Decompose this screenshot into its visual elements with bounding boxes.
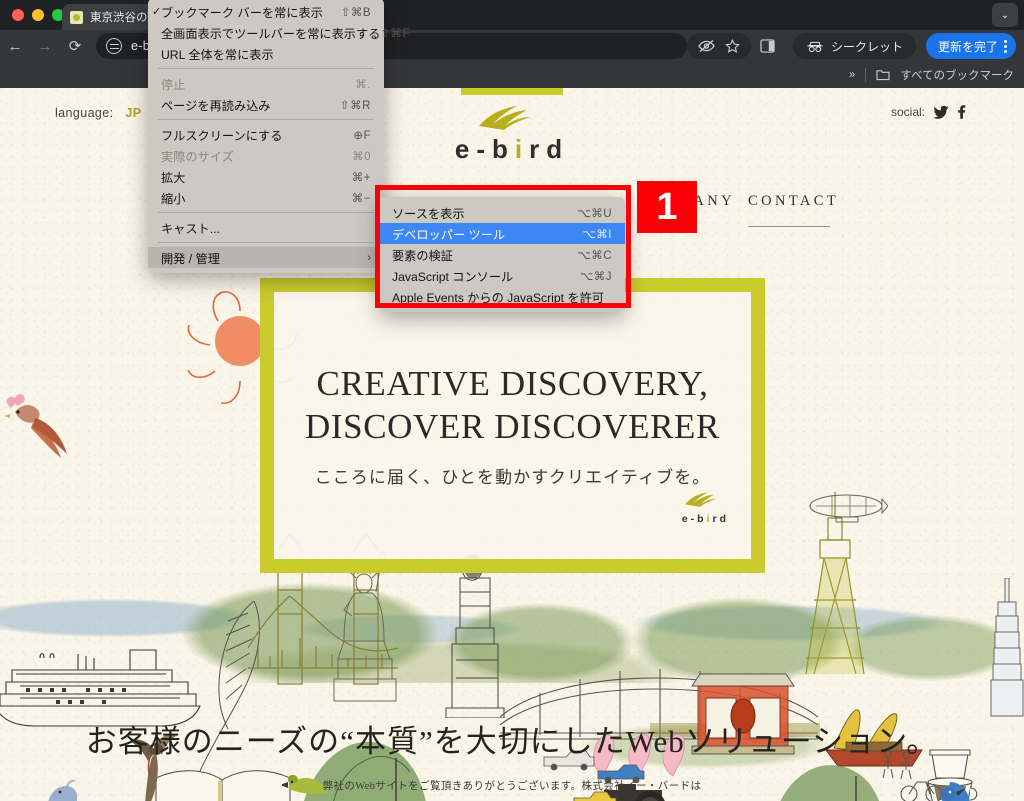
logo-suffix: rd [529, 134, 570, 164]
menu-item[interactable]: キャスト... [148, 217, 384, 238]
menu-item[interactable]: 開発 / 管理 › [148, 247, 384, 268]
menu-separator [158, 242, 374, 243]
submenu-arrow-icon: › [367, 251, 371, 264]
submenu-item-shortcut: ⌥⌘U [577, 207, 612, 220]
bookmarks-overflow-icon[interactable]: » [849, 69, 855, 81]
menu-separator [158, 119, 374, 120]
menu-item-shortcut: ⌘− [351, 192, 371, 205]
toolbar-actions: シークレット 更新を完了 [686, 31, 1024, 61]
menu-item-label: 全画面表示でツールバーを常に表示する [161, 26, 381, 41]
back-button[interactable]: ← [0, 31, 30, 61]
menu-separator [158, 68, 374, 69]
hero-inner: CREATIVE DISCOVERY, DISCOVER DISCOVERER … [274, 292, 751, 559]
screenshot-root: 東京渋谷のWe ⌄ ← → ⟳ e-bird [0, 0, 1024, 801]
checkmark-icon: ✓ [152, 6, 162, 18]
submenu-item-label: ソースを表示 [392, 206, 465, 221]
menu-item: 実際のサイズ ⌘0 [148, 145, 384, 166]
submenu-item-shortcut: ⌥⌘C [577, 249, 612, 262]
menu-item[interactable]: 縮小 ⌘− [148, 187, 384, 208]
menu-item-shortcut: ⇧⌘B [340, 6, 371, 19]
all-bookmarks-label[interactable]: すべてのブックマーク [900, 67, 1014, 83]
menu-item[interactable]: URL 全体を常に表示 [148, 43, 384, 64]
submenu-item[interactable]: ソースを表示 ⌥⌘U [379, 202, 625, 223]
submenu-item-shortcut: ⌥⌘I [582, 228, 612, 241]
top-accent-bar [461, 88, 563, 95]
forward-button[interactable]: → [30, 31, 60, 61]
submenu-item[interactable]: デベロッパー ツール ⌥⌘I [379, 223, 625, 244]
menu-item-shortcut: ⌘0 [352, 150, 371, 163]
menu-item[interactable]: ✓ ブックマーク バーを常に表示 ⇧⌘B [148, 1, 384, 22]
menu-item-shortcut: ⇧⌘F [380, 27, 411, 40]
site-settings-icon[interactable] [106, 38, 122, 54]
hero-catchcopy-frame: CREATIVE DISCOVERY, DISCOVER DISCOVERER … [260, 278, 765, 573]
submenu-item-shortcut: ⌥⌘J [579, 270, 612, 283]
bottom-headline: お客様のニーズの“本質”を大切にしたWebソリューション。 [85, 724, 939, 759]
menu-item: 停止 ⌘. [148, 73, 384, 94]
bottom-subtext: 弊社のWebサイトをご覧頂きありがとうございます。株式会社イー・バードは [322, 781, 702, 792]
menu-item-shortcut: ⊕F [353, 129, 371, 142]
bird-wave-mark-small-icon [685, 492, 717, 507]
minimize-window-button[interactable] [32, 9, 44, 21]
menu-item-label: ページを再読み込み [161, 98, 271, 113]
logo-accent-letter: i [514, 134, 530, 164]
submenu-item-label: Apple Events からの JavaScript を許可 [392, 290, 604, 305]
hero-logo-credit: e-bird [682, 491, 729, 525]
hero-credit-wordmark: e-bird [682, 513, 729, 525]
menu-item-label: 停止 [161, 77, 186, 92]
menu-item[interactable]: 全画面表示でツールバーを常に表示する ⇧⌘F [148, 22, 410, 43]
menu-item-label: キャスト... [161, 221, 220, 236]
menu-separator [158, 212, 374, 213]
menu-item[interactable]: 拡大 ⌘+ [148, 166, 384, 187]
menu-item[interactable]: フルスクリーンにする ⊕F [148, 124, 384, 145]
chrome-menu-icon[interactable] [1004, 39, 1007, 53]
folder-icon [876, 70, 890, 81]
submenu-item[interactable]: JavaScript コンソール ⌥⌘J [379, 265, 625, 286]
airship-icon [809, 494, 888, 523]
update-label: 更新を完了 [937, 39, 998, 54]
annotation-step-number: 1 [637, 181, 697, 233]
hero-headline-line1: CREATIVE DISCOVERY, [316, 364, 709, 404]
developer-submenu[interactable]: ソースを表示 ⌥⌘U デベロッパー ツール ⌥⌘I 要素の検証 ⌥⌘C JavaScript… [379, 197, 625, 312]
menu-item-label: 縮小 [161, 191, 186, 206]
site-favicon-icon [70, 10, 83, 24]
logo-prefix: e-b [454, 134, 515, 164]
menu-item-shortcut: ⇧⌘R [340, 99, 371, 112]
submenu-item-label: デベロッパー ツール [392, 227, 506, 242]
bottom-section: お客様のニーズの“本質”を大切にしたWebソリューション。 弊社のWebサイトを… [0, 688, 1024, 801]
menu-item-shortcut: ⌘+ [351, 171, 371, 184]
menu-item-label: 実際のサイズ [161, 149, 234, 164]
tab-search-icon[interactable]: ⌄ [992, 3, 1018, 27]
menu-item-label: 開発 / 管理 [161, 251, 220, 266]
update-chrome-button[interactable]: 更新を完了 [925, 33, 1016, 59]
incognito-indicator[interactable]: シークレット [792, 33, 916, 59]
bookmark-star-icon[interactable] [725, 38, 740, 54]
bird-wave-mark-icon [479, 106, 531, 130]
menu-item[interactable]: ページを再読み込み ⇧⌘R [148, 94, 384, 115]
hero-subtitle: こころに届く、ひとを動かすクリエイティブを。 [314, 467, 711, 487]
menu-item-label: ブックマーク バーを常に表示 [161, 5, 323, 20]
privacy-actions-group [686, 33, 751, 59]
close-window-button[interactable] [12, 9, 24, 21]
submenu-item-label: 要素の検証 [392, 248, 453, 263]
incognito-label: シークレット [830, 39, 903, 54]
window-traffic-lights [12, 9, 64, 21]
view-menu[interactable]: ✓ ブックマーク バーを常に表示 ⇧⌘B 全画面表示でツールバーを常に表示する ⇧⌘F U… [148, 0, 410, 273]
bookmarks-divider [865, 68, 867, 82]
menu-item-shortcut: ⌘. [355, 78, 371, 91]
bird-of-paradise-icon [5, 394, 67, 458]
side-panel-icon[interactable] [753, 31, 783, 61]
submenu-item[interactable]: Apple Events からの JavaScript を許可 [379, 286, 625, 307]
menu-item-label: URL 全体を常に表示 [161, 47, 274, 62]
eye-off-icon[interactable] [698, 39, 715, 53]
hero-credit-suffix: rd [712, 513, 729, 525]
hero-headline-line2: DISCOVER DISCOVERER [305, 407, 720, 446]
incognito-icon [807, 41, 823, 52]
submenu-item-label: JavaScript コンソール [392, 269, 514, 284]
submenu-item[interactable]: 要素の検証 ⌥⌘C [379, 244, 625, 265]
hero-credit-prefix: e-b [681, 513, 707, 525]
menu-item-label: 拡大 [161, 170, 186, 185]
menu-item-label: フルスクリーンにする [161, 128, 283, 143]
reload-button[interactable]: ⟳ [60, 31, 90, 61]
